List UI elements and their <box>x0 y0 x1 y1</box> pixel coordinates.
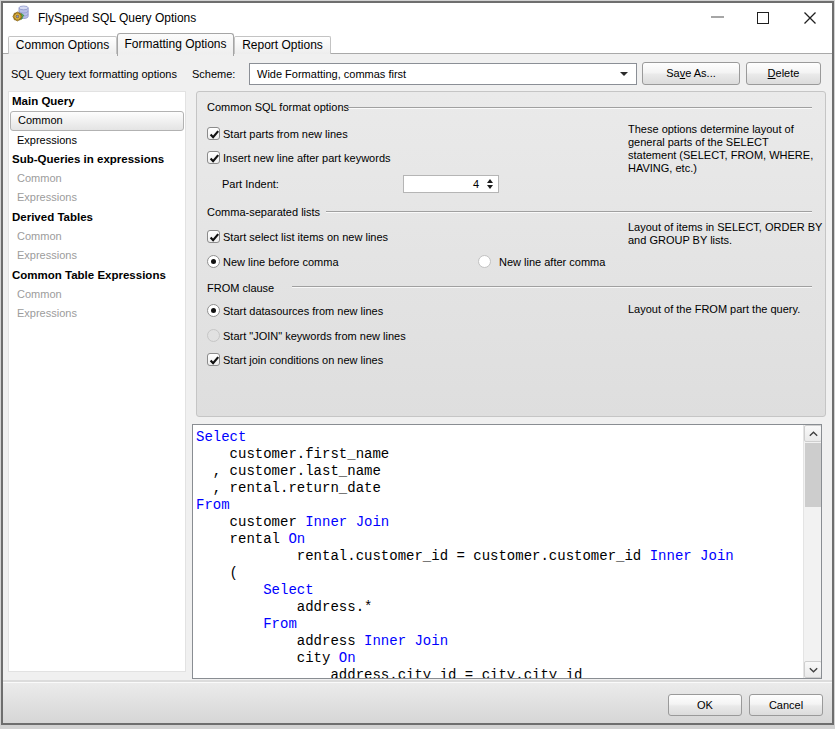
tree-item-expressions-2[interactable]: Expressions <box>9 131 185 150</box>
radio-newline-before-comma[interactable] <box>207 255 220 268</box>
tree-header-main-query-0: Main Query <box>9 92 185 111</box>
tree-header-sub-queries-in-expressions-3: Sub-Queries in expressions <box>9 150 185 169</box>
tab-formatting-options[interactable]: Formatting Options <box>117 33 234 56</box>
group-line <box>292 286 812 287</box>
spin-down-icon[interactable] <box>487 185 493 189</box>
sql-line: address Inner Join <box>196 633 803 650</box>
part-indent-label: Part Indent: <box>222 176 279 192</box>
group1-description: These options determine layout of genera… <box>628 123 824 175</box>
combo-dropdown-icon[interactable] <box>620 72 628 76</box>
part-indent-spinedit[interactable]: 4 <box>403 175 499 193</box>
sql-line: address.* <box>196 599 803 616</box>
dialog-footer: OK Cancel <box>3 682 832 723</box>
titlebar: FlySpeed SQL Query Options <box>3 3 832 33</box>
sql-line: customer Inner Join <box>196 514 803 531</box>
app-icon <box>12 5 29 22</box>
sql-line: Select <box>196 582 803 599</box>
scroll-up-button[interactable] <box>804 425 822 442</box>
tree-item-common-1[interactable]: Common <box>10 111 184 130</box>
sql-line: rental On <box>196 531 803 548</box>
check-icon <box>208 128 221 141</box>
sql-line: Select <box>196 429 803 446</box>
scheme-combobox-value: Wide Formatting, commas first <box>257 68 406 80</box>
scrollbar-thumb[interactable] <box>805 443 821 507</box>
sql-preview-code[interactable]: Select customer.first_name , customer.la… <box>193 425 803 678</box>
ok-button[interactable]: OK <box>668 694 742 716</box>
tree-header-common-table-expressions-9: Common Table Expressions <box>9 266 185 285</box>
group-title-comma-lists: Comma-separated lists <box>207 204 320 220</box>
radio-newline-before-comma-label[interactable]: New line before comma <box>223 254 339 270</box>
sql-scrollbar[interactable] <box>803 425 821 678</box>
radio-newline-after-comma-label[interactable]: New line after comma <box>499 254 605 270</box>
tree-item-expressions-11[interactable]: Expressions <box>9 304 185 323</box>
sql-line: city On <box>196 650 803 667</box>
group-line <box>348 107 812 108</box>
check-icon <box>208 152 221 165</box>
tree-header-derived-tables-6: Derived Tables <box>9 208 185 227</box>
checkbox-start-parts[interactable] <box>207 127 220 140</box>
radio-dot <box>211 308 216 313</box>
category-tree: Main QueryCommonExpressionsSub-Queries i… <box>8 91 186 672</box>
tab-common-options[interactable]: Common Options <box>8 36 117 54</box>
radio-start-join-keywords-label[interactable]: Start "JOIN" keywords from new lines <box>223 328 406 344</box>
formatting-options-panel: Common SQL format options Start parts fr… <box>196 91 826 417</box>
checkbox-start-join-conditions[interactable] <box>207 353 220 366</box>
check-icon <box>208 231 221 244</box>
tree-item-expressions-5[interactable]: Expressions <box>9 188 185 207</box>
radio-newline-after-comma[interactable] <box>478 255 491 268</box>
maximize-icon[interactable] <box>757 12 769 24</box>
radio-dot <box>211 259 216 264</box>
tree-item-common-4[interactable]: Common <box>9 169 185 188</box>
checkbox-start-select-items[interactable] <box>207 230 220 243</box>
sql-line: address.city_id = city.city_id <box>196 667 803 678</box>
sql-line: , customer.last_name <box>196 463 803 480</box>
radio-start-datasources[interactable] <box>207 304 220 317</box>
minimize-icon[interactable] <box>711 16 724 18</box>
window-title: FlySpeed SQL Query Options <box>38 3 196 34</box>
options-dialog: FlySpeed SQL Query Options Common Option… <box>1 1 834 725</box>
close-icon[interactable] <box>802 10 818 26</box>
spin-up-icon[interactable] <box>487 179 493 183</box>
checkbox-start-select-items-label[interactable]: Start select list items on new lines <box>223 229 388 245</box>
radio-start-join-keywords[interactable] <box>207 329 220 342</box>
checkbox-insert-newline-label[interactable]: Insert new line after part keywords <box>223 150 391 166</box>
group-title-from-clause: FROM clause <box>207 280 274 296</box>
sql-preview-panel: Select customer.first_name , customer.la… <box>192 424 822 679</box>
sql-line: ( <box>196 565 803 582</box>
group3-description: Layout of the FROM part the query. <box>628 303 824 316</box>
part-indent-value: 4 <box>473 178 479 190</box>
scroll-down-button[interactable] <box>804 661 822 678</box>
scheme-label: Scheme: <box>192 66 235 82</box>
scroll-up-icon <box>809 431 818 437</box>
tree-item-expressions-8[interactable]: Expressions <box>9 246 185 265</box>
scheme-combobox[interactable]: Wide Formatting, commas first <box>249 63 637 85</box>
checkbox-start-parts-label[interactable]: Start parts from new lines <box>223 126 348 142</box>
sql-line: , rental.return_date <box>196 480 803 497</box>
checkbox-insert-newline[interactable] <box>207 151 220 164</box>
radio-start-datasources-label[interactable]: Start datasources from new lines <box>223 303 383 319</box>
delete-button[interactable]: Delete <box>746 62 821 85</box>
scroll-down-icon <box>809 667 818 673</box>
group2-description: Layout of items in SELECT, ORDER BY and … <box>628 221 824 247</box>
sql-line: From <box>196 616 803 633</box>
checkbox-start-join-conditions-label[interactable]: Start join conditions on new lines <box>223 352 383 368</box>
check-icon <box>208 354 221 367</box>
group-title-common-sql: Common SQL format options <box>207 99 349 115</box>
save-as-button[interactable]: Save As... <box>642 62 740 85</box>
group-line <box>326 211 812 212</box>
cancel-button[interactable]: Cancel <box>749 694 823 716</box>
tree-item-common-7[interactable]: Common <box>9 227 185 246</box>
tab-report-options[interactable]: Report Options <box>234 36 331 54</box>
sql-line: From <box>196 497 803 514</box>
sql-line: rental.customer_id = customer.customer_i… <box>196 548 803 565</box>
tree-item-common-10[interactable]: Common <box>9 285 185 304</box>
sql-line: customer.first_name <box>196 446 803 463</box>
spin-arrows <box>486 178 495 190</box>
page-caption: SQL Query text formatting options <box>11 66 177 82</box>
